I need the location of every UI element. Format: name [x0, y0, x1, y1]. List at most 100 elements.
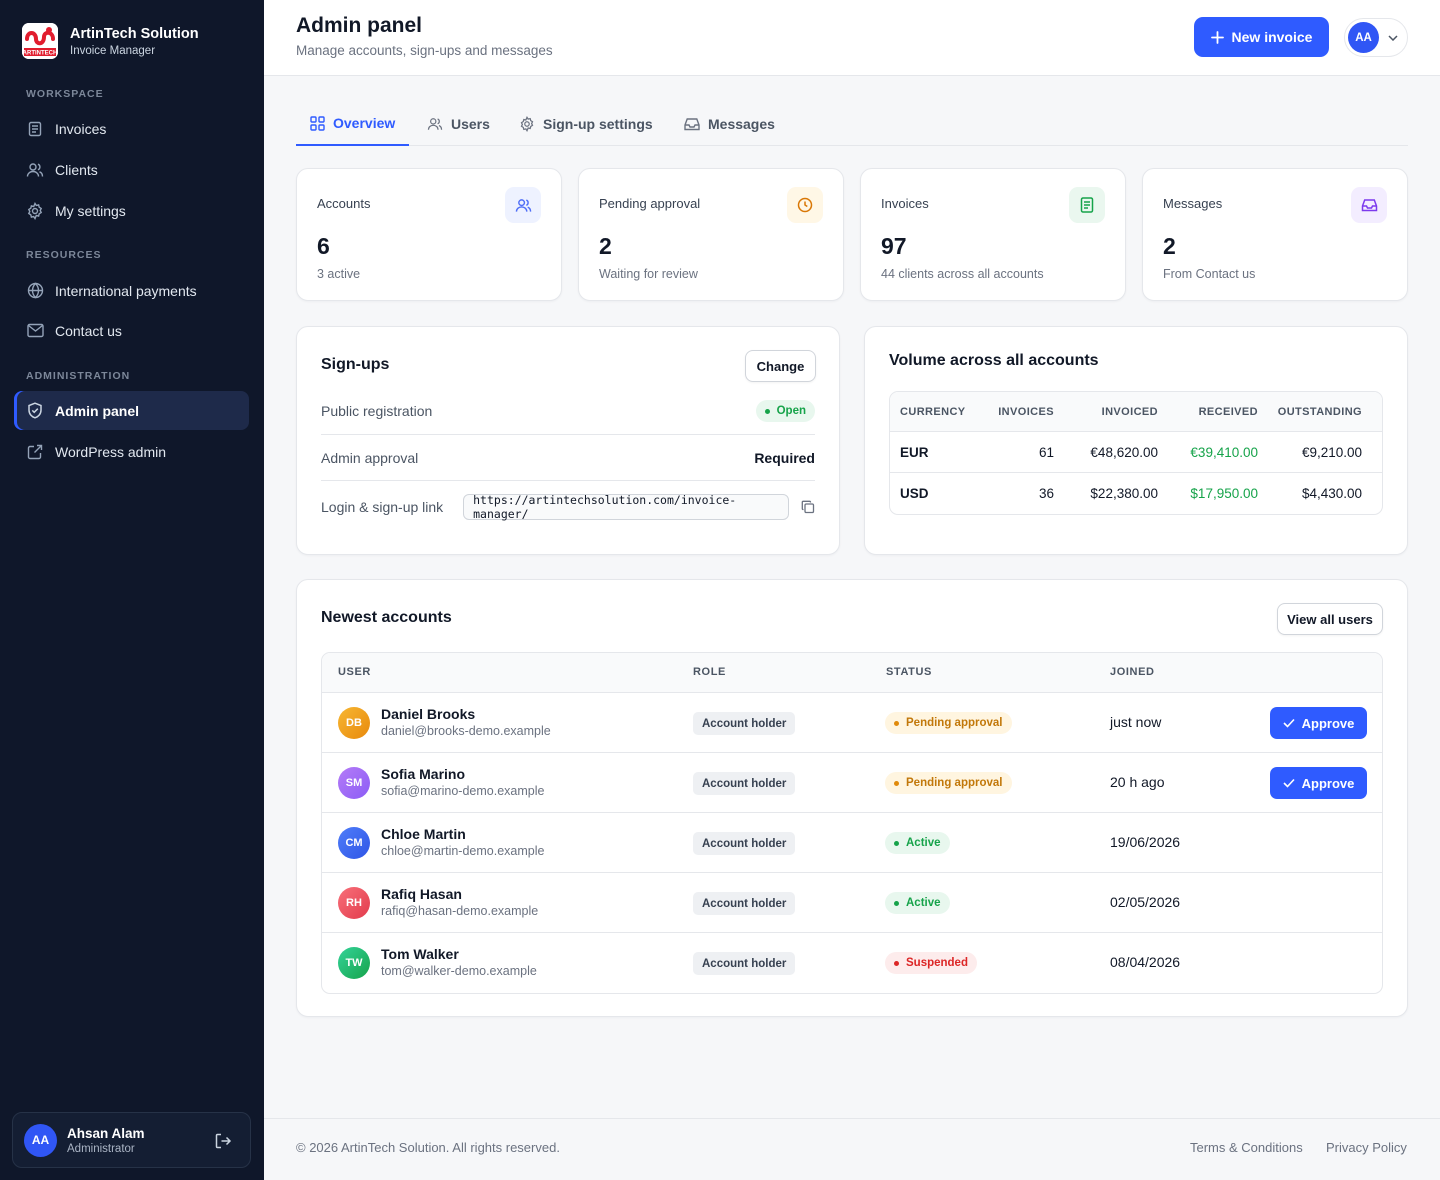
approve-label: Approve — [1301, 715, 1355, 731]
role-tag: Account holder — [693, 832, 796, 855]
privacy-link[interactable]: Privacy Policy — [1326, 1140, 1407, 1155]
column-header: ROLE — [693, 666, 726, 678]
joined-date: just now — [1110, 714, 1162, 730]
clock-icon — [787, 187, 823, 223]
avatar: SM — [338, 767, 370, 799]
sidebar-user-card: AA Ahsan Alam Administrator — [12, 1112, 251, 1168]
joined-date: 19/06/2026 — [1110, 834, 1181, 850]
account-menu-button[interactable]: AA — [1344, 18, 1408, 57]
user-name: Daniel Brooks — [381, 706, 476, 722]
tab-overview[interactable]: Overview — [296, 102, 410, 146]
shield-icon — [26, 402, 44, 420]
sidebar-item-contact-us[interactable]: Contact us — [14, 311, 249, 350]
stat-label: Pending approval — [599, 196, 701, 211]
approve-button[interactable]: Approve — [1270, 707, 1367, 739]
currency-cell: EUR — [900, 444, 929, 460]
approve-button[interactable]: Approve — [1270, 767, 1367, 799]
status-dot — [894, 720, 899, 726]
tab-users[interactable]: Users — [427, 102, 490, 146]
signup-link-field[interactable]: https://artintechsolution.com/invoice-ma… — [463, 493, 789, 521]
tab-label: Sign-up settings — [543, 116, 653, 132]
logo-mark-icon: ARTINTECH — [22, 23, 58, 59]
view-all-users-button[interactable]: View all users — [1277, 603, 1383, 635]
column-header: JOINED — [1110, 666, 1155, 678]
status-badge: Pending approval — [885, 772, 1012, 794]
inbox-icon — [684, 117, 700, 131]
received-cell: €39,410.00 — [1190, 444, 1258, 460]
logout-icon[interactable] — [214, 1132, 232, 1150]
volume-table-header: CURRENCY INVOICES INVOICED RECEIVED OUTS… — [890, 392, 1382, 432]
chevron-down-icon — [1388, 34, 1398, 41]
stat-card-messages: Messages 2 From Contact us — [1142, 168, 1408, 301]
stat-subtext: From Contact us — [1163, 267, 1256, 281]
stat-subtext: Waiting for review — [599, 267, 698, 281]
stat-label: Accounts — [317, 196, 371, 211]
open-badge: Open — [755, 400, 815, 422]
column-header: CURRENCY — [900, 405, 966, 418]
status-badge: Pending approval — [885, 712, 1012, 734]
page-title: Admin panel — [296, 14, 423, 37]
accounts-table-header: USER ROLE STATUS JOINED — [322, 653, 1382, 693]
badge-label: Active — [906, 837, 941, 849]
column-header: USER — [338, 666, 371, 678]
status-dot — [894, 780, 899, 786]
column-header: OUTSTANDING — [1277, 405, 1362, 418]
change-button[interactable]: Change — [745, 350, 816, 382]
user-name: Ahsan Alam — [67, 1125, 145, 1141]
volume-title: Volume across all accounts — [889, 352, 1099, 369]
sidebar-item-wordpress-admin[interactable]: WordPress admin — [14, 432, 249, 471]
top-header: Admin panel Manage accounts, sign-ups an… — [264, 0, 1440, 76]
sidebar-item-label: WordPress admin — [55, 443, 167, 460]
stat-subtext: 44 clients across all accounts — [881, 267, 1044, 281]
table-row: EUR 61 €48,620.00 €39,410.00 €9,210.00 — [890, 432, 1382, 473]
table-row: DB Daniel Brooks daniel@brooks-demo.exam… — [322, 693, 1382, 753]
new-invoice-label: New invoice — [1231, 29, 1313, 45]
check-icon — [1283, 718, 1295, 728]
signups-title: Sign-ups — [321, 356, 390, 373]
gear-icon — [519, 116, 535, 132]
role-tag: Account holder — [693, 952, 796, 975]
stat-value: 97 — [881, 233, 907, 259]
terms-link[interactable]: Terms & Conditions — [1190, 1140, 1303, 1155]
file-icon — [1069, 187, 1105, 223]
sidebar-item-admin-panel[interactable]: Admin panel — [14, 391, 249, 430]
section-resources: RESOURCES — [26, 249, 102, 261]
new-invoice-button[interactable]: New invoice — [1194, 17, 1329, 57]
sidebar-item-clients[interactable]: Clients — [14, 150, 249, 189]
stat-card-invoices: Invoices 97 44 clients across all accoun… — [860, 168, 1126, 301]
brand-logo: ARTINTECH — [22, 23, 58, 59]
user-name: Chloe Martin — [381, 826, 466, 842]
status-dot — [894, 960, 899, 966]
joined-date: 08/04/2026 — [1110, 954, 1181, 970]
joined-date: 02/05/2026 — [1110, 894, 1181, 910]
stat-value: 2 — [1163, 233, 1176, 259]
user-name: Tom Walker — [381, 946, 459, 962]
brand[interactable]: ARTINTECH ArtinTech Solution Invoice Man… — [22, 23, 199, 59]
brand-name: ArtinTech Solution — [70, 25, 199, 42]
check-icon — [1283, 778, 1295, 788]
admin-approval-value: Required — [754, 450, 815, 466]
footer: © 2026 ArtinTech Solution. All rights re… — [264, 1118, 1440, 1180]
user-name: Sofia Marino — [381, 766, 466, 782]
users-icon — [427, 117, 443, 131]
svg-text:ARTINTECH: ARTINTECH — [23, 51, 58, 57]
sidebar-item-label: Invoices — [55, 120, 107, 137]
avatar: AA — [24, 1123, 57, 1157]
tab-messages[interactable]: Messages — [684, 102, 775, 146]
gear-icon — [26, 201, 44, 220]
section-workspace: WORKSPACE — [26, 88, 104, 100]
table-row: TW Tom Walker tom@walker-demo.example Ac… — [322, 933, 1382, 993]
copy-icon[interactable] — [801, 500, 815, 514]
stat-value: 6 — [317, 233, 330, 259]
outstanding-cell: $4,430.00 — [1301, 486, 1362, 501]
newest-accounts-title: Newest accounts — [321, 609, 452, 626]
signup-link-row: Login & sign-up link https://artintechso… — [321, 493, 815, 521]
status-badge: Active — [885, 892, 950, 914]
sidebar-item-invoices[interactable]: Invoices — [14, 109, 249, 148]
status-badge: Suspended — [885, 952, 977, 974]
sidebar-item-my-settings[interactable]: My settings — [14, 191, 249, 230]
sidebar-item-international-payments[interactable]: International payments — [14, 271, 249, 310]
status-dot — [894, 900, 899, 906]
tab-signup-settings[interactable]: Sign-up settings — [519, 102, 653, 146]
table-row: RH Rafiq Hasan rafiq@hasan-demo.example … — [322, 873, 1382, 933]
